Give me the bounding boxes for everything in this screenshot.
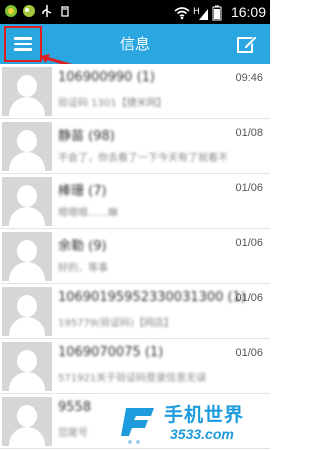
conversation-row[interactable]: 棒珊 (7) 嗯嗯嗯……嘛 01/06 [0, 174, 270, 229]
svg-text:H: H [193, 7, 200, 17]
message-date: 01/06 [235, 292, 263, 304]
page-indicator [128, 440, 140, 444]
conversation-row[interactable]: 余勒 (9) 好的，等事 01/06 [0, 229, 270, 284]
watermark: 手机世界 3533.com [118, 398, 268, 450]
message-date: 01/06 [235, 182, 263, 194]
conversation-row[interactable]: 静苗 (98) 不会了，你去看了一下今天有了就看不 01/08 [0, 119, 270, 174]
notification-icon [58, 3, 72, 17]
signal-h-icon: H [193, 5, 208, 20]
compose-edit-icon [237, 35, 258, 53]
message-date: 01/08 [235, 127, 263, 139]
usb-icon [40, 3, 54, 17]
avatar [2, 287, 52, 336]
wifi-icon [174, 5, 190, 20]
message-date: 01/06 [235, 237, 263, 249]
conversation-row[interactable]: 10690195952330031300 (1) 195779(验证码)【网店】… [0, 284, 270, 339]
hamburger-menu-icon [14, 34, 32, 54]
contact-name: 棒珊 (7) [58, 184, 107, 199]
conversation-row[interactable]: 106900990 (1) 验证码 1301【捷米网】 09:46 [0, 64, 270, 119]
message-preview: 好的，等事 [58, 263, 108, 274]
conversation-row[interactable]: 1069070075 (1) 571921关于验证码登录信息无误 01/06 [0, 339, 270, 394]
message-preview: 195779(验证码)【网店】 [58, 318, 174, 329]
avatar [2, 67, 52, 116]
compose-button[interactable] [236, 33, 258, 55]
contact-name: 余勒 (9) [58, 239, 107, 254]
watermark-text: 手机世界 [164, 404, 245, 426]
avatar [2, 232, 52, 281]
avatar [2, 342, 52, 391]
conversation-list[interactable]: 106900990 (1) 验证码 1301【捷米网】 09:46 静苗 (98… [0, 64, 270, 450]
status-bar: H 16:09 [0, 0, 270, 24]
watermark-url: 3533.com [170, 426, 234, 442]
message-preview: 571921关于验证码登录信息无误 [58, 373, 207, 384]
clock: 16:09 [230, 4, 266, 20]
app-notification-icon [4, 3, 18, 17]
watermark-logo-icon [121, 408, 154, 436]
avatar [2, 122, 52, 171]
battery-icon [212, 5, 226, 21]
contact-name: 静苗 (98) [58, 129, 115, 144]
contact-name: 106900990 (1) [58, 70, 155, 85]
contact-name: 9558 [58, 400, 92, 415]
app-notification-icon [22, 3, 36, 17]
message-preview: 不会了，你去看了一下今天有了就看不 [58, 153, 228, 164]
contact-name: 1069070075 (1) [58, 345, 164, 360]
message-date: 09:46 [235, 72, 263, 84]
message-preview: 验证码 1301【捷米网】 [58, 98, 167, 109]
avatar [2, 397, 52, 446]
message-date: 01/06 [235, 347, 263, 359]
message-preview: 嗯嗯嗯……嘛 [58, 208, 118, 219]
avatar [2, 177, 52, 226]
contact-name: 10690195952330031300 (1) [58, 290, 246, 305]
